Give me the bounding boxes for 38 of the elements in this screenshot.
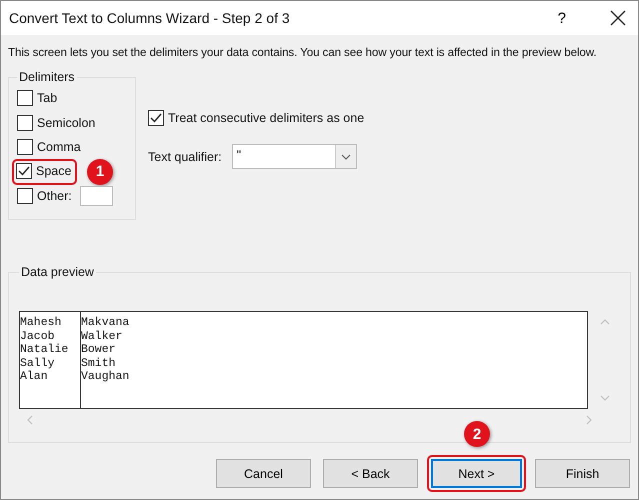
preview-cell-text: Sally [20,356,56,370]
wizard-button[interactable]: Next > [431,459,522,488]
preview-cell-text: Smith [81,356,117,370]
preview-cell-text: Natalie [20,343,70,356]
preview-cell: Vaughan [81,370,130,384]
checkbox-box[interactable] [17,90,33,106]
group-title: Data preview [20,265,95,279]
other-input-field[interactable] [80,186,113,206]
preview-cell: Makvana [81,316,130,330]
callout-badge: 2 [464,421,490,447]
checkbox[interactable]: Comma [17,139,81,156]
preview-cell-text: Walker [81,330,124,343]
window-title: Convert Text to Columns Wizard - Step 2 of 3 [9,10,291,26]
field-label: Text qualifier: [148,150,222,164]
checkbox[interactable]: Tab [17,90,58,106]
chevron-down-icon [340,154,351,160]
checkbox-box[interactable] [17,139,33,156]
preview-cell-text: Alan [20,370,49,384]
wizard-button[interactable]: Finish [535,459,630,488]
preview-cell-text: Bower [81,343,117,356]
qualifier-dropdown[interactable]: " [232,144,357,169]
checkbox[interactable]: Other: [17,188,72,204]
callout-badge: 1 [87,158,113,184]
close-icon[interactable] [610,10,626,26]
wizard-button[interactable]: Cancel [216,459,311,488]
checkbox[interactable]: Semicolon [17,114,96,131]
help-button[interactable]: ? [558,10,566,26]
preview-cell-text: Mahesh [20,316,62,330]
wizard-button[interactable]: < Back [323,459,418,488]
checkbox-box[interactable] [17,114,33,131]
checkbox[interactable]: Space [16,162,72,179]
group-title: Delimiters [18,70,76,84]
checkbox-box[interactable] [16,162,32,179]
instruction-text: This screen lets you set the delimiters your data contains. You can see how your text is affected in the preview below. [8,45,597,60]
checkbox-box[interactable] [17,188,33,204]
checkbox-box[interactable] [148,110,164,126]
checkbox[interactable]: Treat consecutive delimiters as one [148,110,364,126]
preview-cell-text: Jacob [20,330,56,343]
